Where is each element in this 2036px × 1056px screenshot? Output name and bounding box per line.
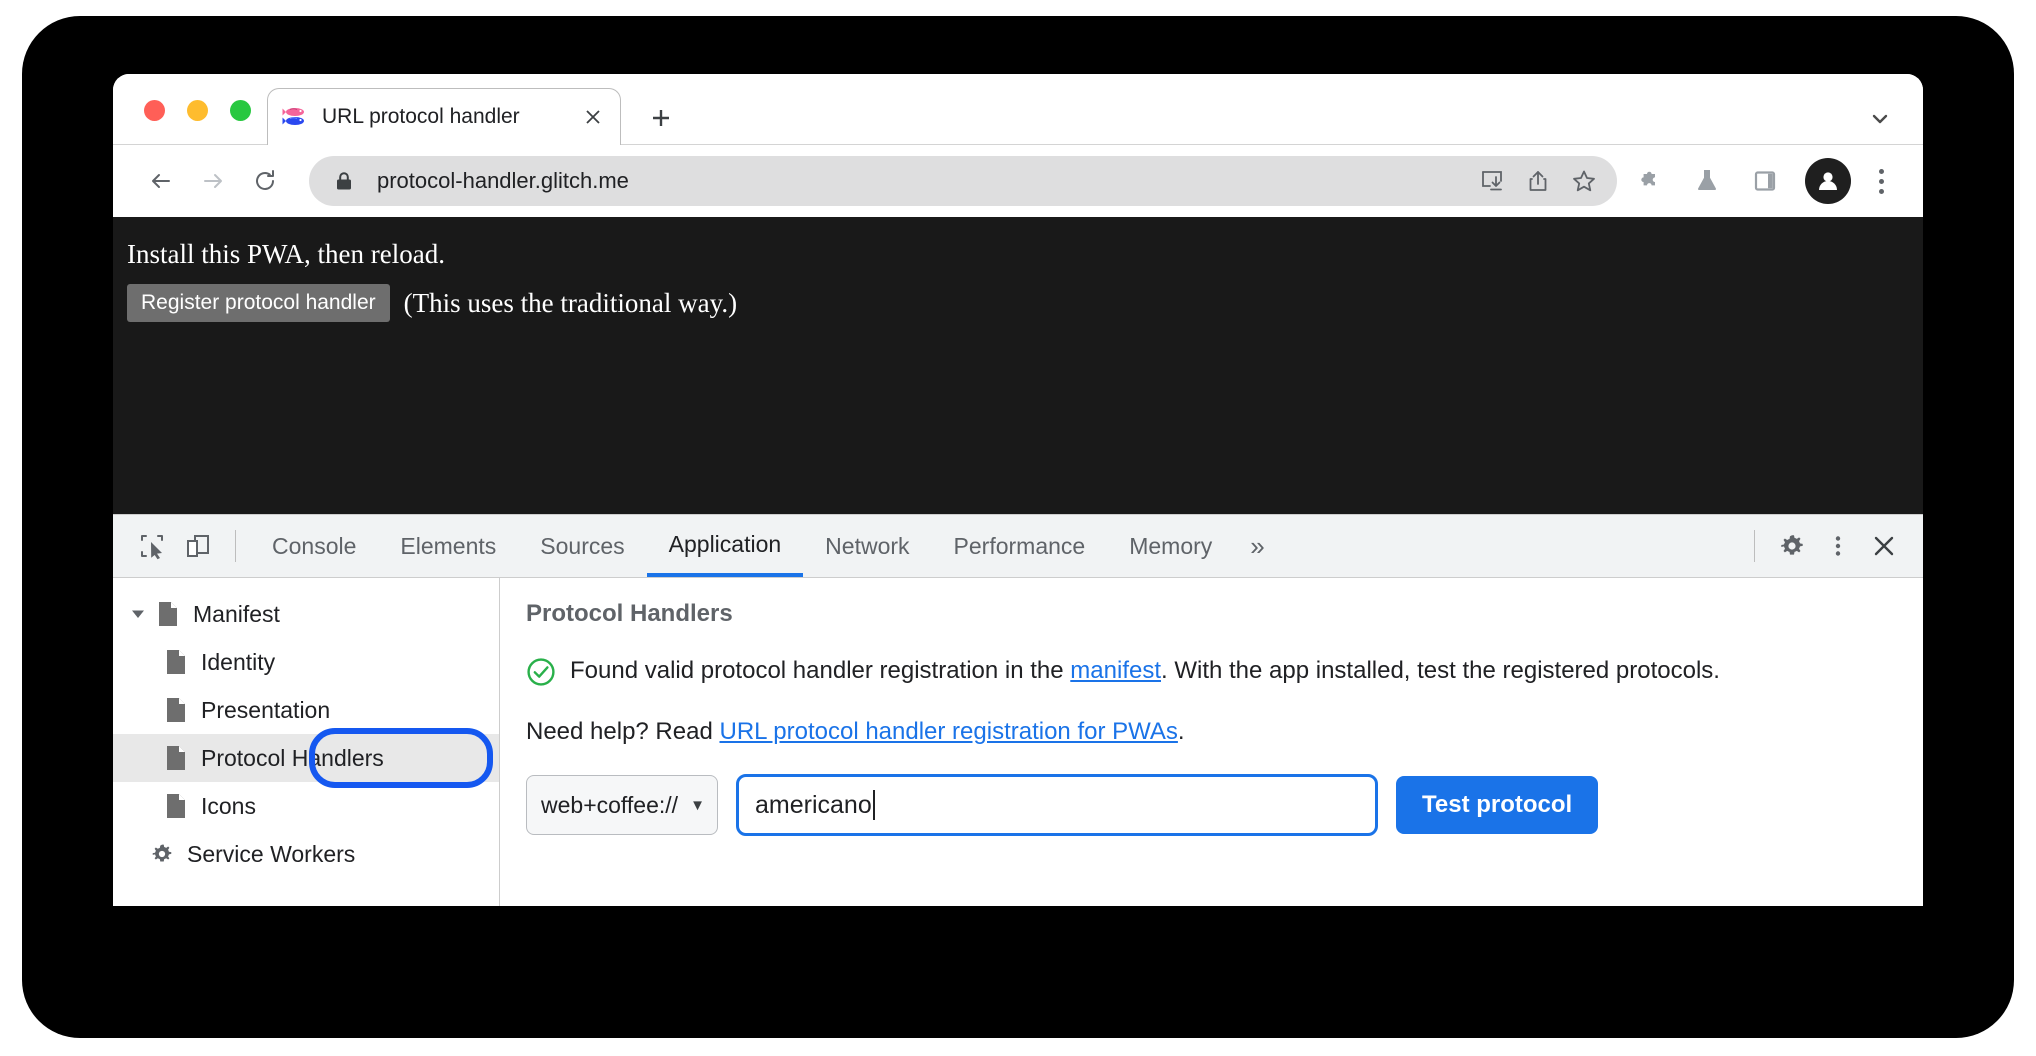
manifest-link[interactable]: manifest <box>1070 657 1161 684</box>
sidebar-item-label: Identity <box>201 648 276 675</box>
kebab-dot <box>1878 168 1884 174</box>
install-icon[interactable] <box>1469 158 1515 204</box>
browser-menu-button[interactable] <box>1861 155 1901 207</box>
star-icon[interactable] <box>1561 158 1607 204</box>
sidebar-item-manifest[interactable]: Manifest <box>113 590 499 638</box>
traditional-way-note: (This uses the traditional way.) <box>403 287 738 318</box>
back-button[interactable] <box>135 155 187 207</box>
chevron-down-icon[interactable] <box>127 603 149 625</box>
status-message: Found valid protocol handler registratio… <box>526 654 1895 692</box>
pwa-docs-link[interactable]: URL protocol handler registration for PW… <box>719 718 1177 745</box>
profile-avatar[interactable] <box>1805 158 1851 204</box>
gear-icon <box>149 839 175 869</box>
browser-toolbar: protocol-handler.glitch.me <box>113 145 1923 217</box>
gear-icon[interactable] <box>1769 523 1815 569</box>
help-message: Need help? Read URL protocol handler reg… <box>526 718 1895 746</box>
sidebar-item-label: Manifest <box>193 600 280 627</box>
protocol-path-input[interactable]: americano <box>736 774 1378 836</box>
close-window-button[interactable] <box>144 100 165 121</box>
tab-console[interactable]: Console <box>250 515 378 577</box>
kebab-dot <box>1878 188 1884 194</box>
tab-title: URL protocol handler <box>322 105 520 128</box>
toolbar-divider <box>1754 530 1755 562</box>
two-fish-icon <box>282 104 308 130</box>
sidebar-item-label: Presentation <box>201 696 331 723</box>
status-text: Found valid protocol handler registratio… <box>570 654 1720 688</box>
document-icon <box>163 695 189 725</box>
help-text-suffix: . <box>1177 718 1185 745</box>
sidebar-item-protocol-handlers[interactable]: Protocol Handlers <box>113 728 499 788</box>
register-protocol-handler-button[interactable]: Register protocol handler <box>127 284 390 322</box>
maximize-window-button[interactable] <box>230 100 251 121</box>
forward-button[interactable] <box>187 155 239 207</box>
more-options-icon[interactable] <box>1815 523 1861 569</box>
application-sidebar: Manifest Identity Presentation Protocol … <box>113 578 500 906</box>
sidebar-item-icons[interactable]: Icons <box>113 782 499 830</box>
inspect-element-icon[interactable] <box>129 523 175 569</box>
new-tab-button[interactable] <box>646 103 676 133</box>
document-icon <box>163 647 189 677</box>
share-icon[interactable] <box>1515 158 1561 204</box>
sidebar-item-presentation[interactable]: Presentation <box>113 686 499 734</box>
sidebar-item-label: Icons <box>201 792 256 819</box>
protocol-scheme-value: web+coffee:// <box>541 791 679 818</box>
protocol-scheme-select[interactable]: web+coffee:// ▼ <box>526 775 718 835</box>
toolbar-divider <box>235 530 236 562</box>
more-tabs-chevron-icon[interactable]: » <box>1234 531 1280 562</box>
lock-icon <box>333 170 355 192</box>
document-icon <box>155 599 181 629</box>
puzzle-icon[interactable] <box>1623 155 1675 207</box>
devtools-body: Manifest Identity Presentation Protocol … <box>113 578 1923 906</box>
reload-button[interactable] <box>239 155 291 207</box>
register-row: Register protocol handler (This uses the… <box>127 284 1923 322</box>
close-tab-button[interactable] <box>580 104 606 130</box>
tab-application[interactable]: Application <box>646 515 804 577</box>
browser-tab[interactable]: URL protocol handler <box>267 88 621 145</box>
page-viewport: Install this PWA, then reload. Register … <box>113 217 1923 514</box>
devtools-toolbar-right <box>1740 523 1907 569</box>
address-bar-url: protocol-handler.glitch.me <box>377 168 629 193</box>
tab-performance[interactable]: Performance <box>932 515 1108 577</box>
document-icon <box>163 743 189 773</box>
protocol-path-value: americano <box>755 790 872 819</box>
device-toolbar-icon[interactable] <box>175 523 221 569</box>
devtools-panel: Console Elements Sources Application Net… <box>113 514 1923 906</box>
sidebar-item-service-workers[interactable]: Service Workers <box>113 830 499 878</box>
flask-icon[interactable] <box>1681 155 1733 207</box>
install-pwa-heading: Install this PWA, then reload. <box>127 239 445 269</box>
close-devtools-icon[interactable] <box>1861 523 1907 569</box>
tab-search-chevron-down-icon[interactable] <box>1867 106 1893 132</box>
tab-memory[interactable]: Memory <box>1107 515 1234 577</box>
protocol-test-form: web+coffee:// ▼ americano Test protocol <box>526 774 1895 836</box>
browser-window: URL protocol handler protocol-handler.gl… <box>113 74 1923 906</box>
chevron-down-icon: ▼ <box>690 796 705 814</box>
document-icon <box>163 791 189 821</box>
tab-strip: URL protocol handler <box>113 74 1923 145</box>
minimize-window-button[interactable] <box>187 100 208 121</box>
green-check-circle-icon <box>526 657 556 692</box>
status-text-part2: . With the app installed, test the regis… <box>1161 657 1720 684</box>
window-controls <box>144 100 251 121</box>
test-protocol-button[interactable]: Test protocol <box>1396 776 1599 834</box>
sidebar-item-identity[interactable]: Identity <box>113 638 499 686</box>
status-text-part1: Found valid protocol handler registratio… <box>570 657 1071 684</box>
devtools-toolbar: Console Elements Sources Application Net… <box>113 515 1923 578</box>
address-bar[interactable]: protocol-handler.glitch.me <box>309 156 1617 206</box>
kebab-dot <box>1878 178 1884 184</box>
page-title: Protocol Handlers <box>526 600 733 627</box>
tab-elements[interactable]: Elements <box>378 515 518 577</box>
help-text-prefix: Need help? Read <box>526 718 720 745</box>
tab-network[interactable]: Network <box>803 515 931 577</box>
sidebar-item-label: Protocol Handlers <box>201 744 384 771</box>
side-panel-icon[interactable] <box>1739 155 1791 207</box>
protocol-handlers-panel: Protocol Handlers Found valid protocol h… <box>500 578 1923 906</box>
text-caret <box>872 790 875 820</box>
tab-sources[interactable]: Sources <box>518 515 646 577</box>
sidebar-item-label: Service Workers <box>187 840 356 867</box>
